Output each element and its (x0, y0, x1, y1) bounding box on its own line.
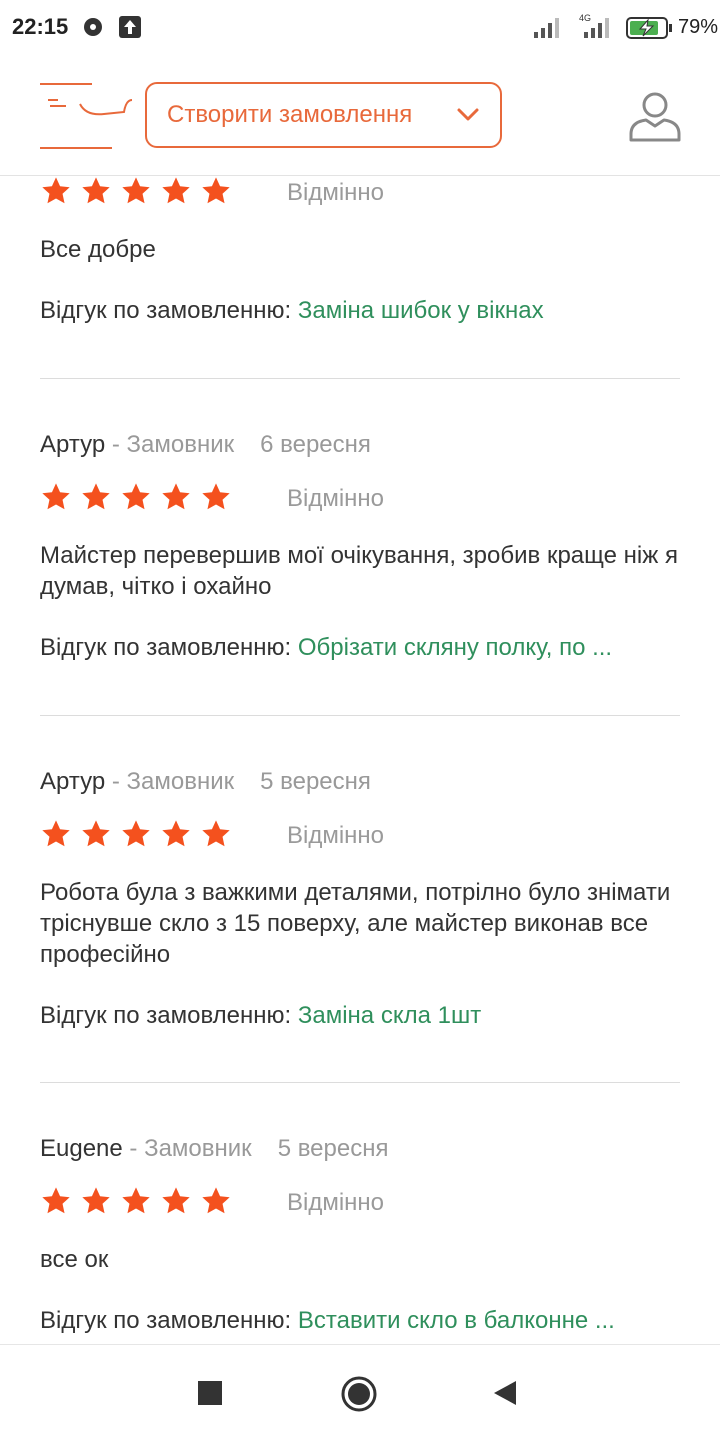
order-prefix: Відгук по замовленню: (40, 1002, 292, 1029)
star-icon (202, 820, 230, 847)
upload-icon (119, 16, 141, 38)
star-icon (202, 483, 230, 510)
review-date: 6 вересня (260, 431, 371, 458)
review-item: Відмінно Все добре Відгук по замовленню:… (40, 177, 680, 326)
review-item: Артур - Замовник 5 вересня Відмінно Робот… (40, 766, 680, 1031)
back-icon[interactable] (492, 1379, 518, 1407)
home-icon[interactable] (340, 1375, 378, 1413)
star-icon (162, 483, 190, 510)
review-role: - Замовник (105, 768, 235, 795)
star-icon (122, 820, 150, 847)
rating-row: Відмінно (40, 481, 680, 519)
order-prefix: Відгук по замовленню: (40, 634, 292, 661)
star-icon (82, 483, 110, 510)
order-reference: Відгук по замовленню: Вставити скло в ба… (40, 1305, 680, 1336)
star-icon (42, 1187, 70, 1214)
star-icon (122, 177, 150, 204)
battery-charging-icon (626, 17, 672, 39)
star-icon (202, 177, 230, 204)
rating-row: Відмінно (40, 818, 680, 856)
status-bar: 22:15 4G 79% (0, 0, 720, 56)
review-role: - Замовник (122, 1135, 252, 1162)
create-order-label: Створити замовлення (167, 101, 413, 128)
svg-text:4G: 4G (579, 13, 591, 23)
review-date: 5 вересня (260, 768, 371, 795)
divider (40, 378, 680, 379)
rating-label: Відмінно (287, 485, 385, 512)
order-link[interactable]: Вставити скло в балконне ... (298, 1307, 615, 1334)
battery-percent: 79% (678, 16, 719, 38)
star-icon (82, 820, 110, 847)
review-role: - Замовник (105, 431, 235, 458)
order-prefix: Відгук по замовленню: (40, 1307, 292, 1334)
star-rating (42, 177, 230, 204)
star-icon (122, 483, 150, 510)
star-icon (42, 483, 70, 510)
status-time: 22:15 (12, 14, 69, 39)
rating-row: Відмінно (40, 177, 680, 213)
star-icon (162, 177, 190, 204)
review-author: Eugene (40, 1135, 123, 1162)
star-rating (42, 483, 230, 510)
star-icon (122, 1187, 150, 1214)
rating-label: Відмінно (287, 822, 385, 849)
review-header: Артур - Замовник 6 вересня (40, 429, 680, 461)
app-header: Створити замовлення (0, 56, 720, 176)
logo[interactable] (38, 80, 134, 150)
divider (40, 1082, 680, 1083)
recents-icon[interactable] (198, 1381, 222, 1405)
star-rating (42, 820, 230, 847)
star-icon (42, 820, 70, 847)
order-reference: Відгук по замовленню: Заміна скла 1шт (40, 1000, 680, 1031)
system-nav-bar (0, 1344, 720, 1440)
star-rating (42, 1187, 230, 1214)
star-icon (82, 1187, 110, 1214)
review-header: Артур - Замовник 5 вересня (40, 766, 680, 798)
profile-icon[interactable] (628, 88, 682, 144)
review-date: 5 вересня (277, 1135, 389, 1162)
rating-row: Відмінно (40, 1185, 680, 1223)
reviews-list: Відмінно Все добре Відгук по замовленню:… (0, 177, 720, 1343)
review-header: Eugene - Замовник 5 вересня (40, 1133, 680, 1165)
review-item: Eugene - Замовник 5 вересня Відмінно все … (40, 1133, 680, 1336)
signal-4g-icon: 4G (579, 13, 609, 38)
review-text: все ок (40, 1246, 109, 1273)
order-reference: Відгук по замовленню: Обрізати скляну по… (40, 632, 680, 663)
order-link[interactable]: Заміна скла 1шт (298, 1002, 481, 1029)
order-prefix: Відгук по замовленню: (40, 297, 292, 324)
signal-icon (534, 18, 559, 38)
review-text: Майстер перевершив мої очікування, зроби… (40, 542, 678, 600)
review-author: Артур (40, 431, 106, 458)
order-link[interactable]: Заміна шибок у вікнах (298, 297, 544, 324)
star-icon (42, 177, 70, 204)
order-reference: Відгук по замовленню: Заміна шибок у вік… (40, 295, 680, 326)
create-order-button[interactable]: Створити замовлення (145, 82, 502, 148)
order-link[interactable]: Обрізати скляну полку, по ... (298, 634, 612, 661)
divider (40, 715, 680, 716)
star-icon (82, 177, 110, 204)
star-icon (202, 1187, 230, 1214)
rating-label: Відмінно (287, 179, 385, 206)
review-item: Артур - Замовник 6 вересня Відмінно Майст… (40, 429, 680, 663)
review-text: Робота була з важкими деталями, потрілно… (40, 879, 671, 968)
rating-label: Відмінно (287, 1189, 385, 1216)
star-icon (162, 820, 190, 847)
review-author: Артур (40, 768, 106, 795)
chevron-down-icon (457, 108, 479, 121)
review-text: Все добре (40, 236, 156, 263)
star-icon (162, 1187, 190, 1214)
media-icon (84, 18, 102, 36)
